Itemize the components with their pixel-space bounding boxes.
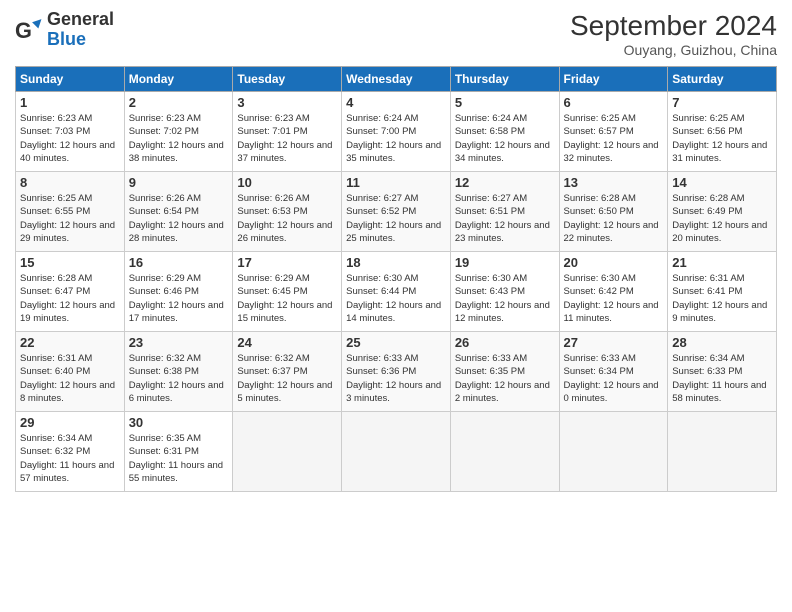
day-19: 19Sunrise: 6:30 AMSunset: 6:43 PMDayligh… bbox=[450, 252, 559, 332]
day-25: 25Sunrise: 6:33 AMSunset: 6:36 PMDayligh… bbox=[342, 332, 451, 412]
col-wednesday: Wednesday bbox=[342, 67, 451, 92]
day-21: 21Sunrise: 6:31 AMSunset: 6:41 PMDayligh… bbox=[668, 252, 777, 332]
col-sunday: Sunday bbox=[16, 67, 125, 92]
empty-cell bbox=[450, 412, 559, 492]
day-26: 26Sunrise: 6:33 AMSunset: 6:35 PMDayligh… bbox=[450, 332, 559, 412]
day-1: 1Sunrise: 6:23 AMSunset: 7:03 PMDaylight… bbox=[16, 92, 125, 172]
empty-cell bbox=[559, 412, 668, 492]
day-30: 30Sunrise: 6:35 AMSunset: 6:31 PMDayligh… bbox=[124, 412, 233, 492]
logo-text: General Blue bbox=[47, 10, 114, 50]
day-3: 3Sunrise: 6:23 AMSunset: 7:01 PMDaylight… bbox=[233, 92, 342, 172]
day-7: 7Sunrise: 6:25 AMSunset: 6:56 PMDaylight… bbox=[668, 92, 777, 172]
day-22: 22Sunrise: 6:31 AMSunset: 6:40 PMDayligh… bbox=[16, 332, 125, 412]
col-thursday: Thursday bbox=[450, 67, 559, 92]
col-friday: Friday bbox=[559, 67, 668, 92]
day-2: 2Sunrise: 6:23 AMSunset: 7:02 PMDaylight… bbox=[124, 92, 233, 172]
logo: G General Blue bbox=[15, 10, 114, 50]
day-15: 15Sunrise: 6:28 AMSunset: 6:47 PMDayligh… bbox=[16, 252, 125, 332]
location: Ouyang, Guizhou, China bbox=[570, 42, 777, 58]
day-17: 17Sunrise: 6:29 AMSunset: 6:45 PMDayligh… bbox=[233, 252, 342, 332]
day-24: 24Sunrise: 6:32 AMSunset: 6:37 PMDayligh… bbox=[233, 332, 342, 412]
day-9: 9Sunrise: 6:26 AMSunset: 6:54 PMDaylight… bbox=[124, 172, 233, 252]
day-23: 23Sunrise: 6:32 AMSunset: 6:38 PMDayligh… bbox=[124, 332, 233, 412]
day-27: 27Sunrise: 6:33 AMSunset: 6:34 PMDayligh… bbox=[559, 332, 668, 412]
empty-cell bbox=[668, 412, 777, 492]
day-11: 11Sunrise: 6:27 AMSunset: 6:52 PMDayligh… bbox=[342, 172, 451, 252]
col-monday: Monday bbox=[124, 67, 233, 92]
day-28: 28Sunrise: 6:34 AMSunset: 6:33 PMDayligh… bbox=[668, 332, 777, 412]
day-16: 16Sunrise: 6:29 AMSunset: 6:46 PMDayligh… bbox=[124, 252, 233, 332]
day-20: 20Sunrise: 6:30 AMSunset: 6:42 PMDayligh… bbox=[559, 252, 668, 332]
col-saturday: Saturday bbox=[668, 67, 777, 92]
day-4: 4Sunrise: 6:24 AMSunset: 7:00 PMDaylight… bbox=[342, 92, 451, 172]
day-13: 13Sunrise: 6:28 AMSunset: 6:50 PMDayligh… bbox=[559, 172, 668, 252]
day-6: 6Sunrise: 6:25 AMSunset: 6:57 PMDaylight… bbox=[559, 92, 668, 172]
header-row: Sunday Monday Tuesday Wednesday Thursday… bbox=[16, 67, 777, 92]
empty-cell bbox=[342, 412, 451, 492]
logo-icon: G bbox=[15, 16, 43, 44]
day-8: 8Sunrise: 6:25 AMSunset: 6:55 PMDaylight… bbox=[16, 172, 125, 252]
day-5: 5Sunrise: 6:24 AMSunset: 6:58 PMDaylight… bbox=[450, 92, 559, 172]
month-title: September 2024 bbox=[570, 10, 777, 42]
day-29: 29Sunrise: 6:34 AMSunset: 6:32 PMDayligh… bbox=[16, 412, 125, 492]
calendar-header: G General Blue September 2024 Ouyang, Gu… bbox=[15, 10, 777, 58]
day-12: 12Sunrise: 6:27 AMSunset: 6:51 PMDayligh… bbox=[450, 172, 559, 252]
day-10: 10Sunrise: 6:26 AMSunset: 6:53 PMDayligh… bbox=[233, 172, 342, 252]
day-14: 14Sunrise: 6:28 AMSunset: 6:49 PMDayligh… bbox=[668, 172, 777, 252]
col-tuesday: Tuesday bbox=[233, 67, 342, 92]
calendar-table: Sunday Monday Tuesday Wednesday Thursday… bbox=[15, 66, 777, 492]
title-section: September 2024 Ouyang, Guizhou, China bbox=[570, 10, 777, 58]
empty-cell bbox=[233, 412, 342, 492]
svg-text:G: G bbox=[15, 18, 32, 43]
calendar-container: G General Blue September 2024 Ouyang, Gu… bbox=[0, 0, 792, 502]
day-18: 18Sunrise: 6:30 AMSunset: 6:44 PMDayligh… bbox=[342, 252, 451, 332]
